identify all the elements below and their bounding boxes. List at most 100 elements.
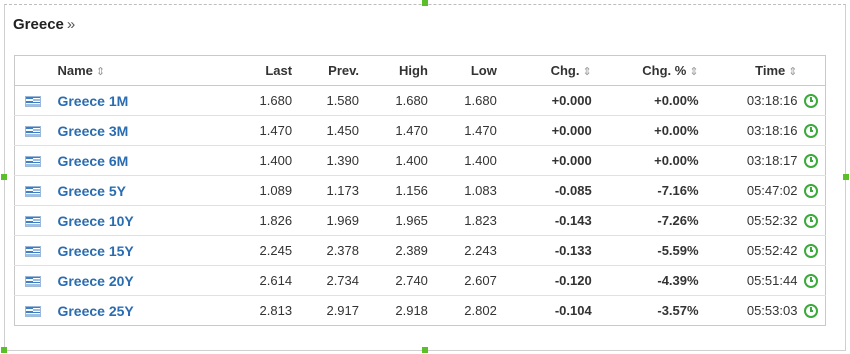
table-row[interactable]: Greece 1M 1.680 1.580 1.680 1.680 +0.000 +0.00… bbox=[15, 86, 826, 116]
name-cell: Greece 15Y bbox=[50, 235, 185, 266]
low-header: Low bbox=[427, 55, 497, 86]
clock-icon bbox=[804, 124, 819, 139]
instrument-link[interactable]: Greece 15Y bbox=[57, 243, 133, 259]
name-cell: Greece 10Y bbox=[50, 205, 185, 236]
flag-cell bbox=[14, 115, 51, 146]
clock-icon bbox=[804, 154, 819, 169]
table-row[interactable]: Greece 6M 1.400 1.390 1.400 1.400 +0.000 +0.00… bbox=[14, 145, 826, 176]
time-cell: 05:52:42 bbox=[698, 235, 798, 266]
low-cell: 1.400 bbox=[427, 145, 497, 176]
widget-title[interactable]: Greece» bbox=[13, 16, 75, 33]
low-cell: 1.470 bbox=[427, 115, 497, 146]
high-header: High bbox=[359, 55, 428, 86]
clock-cell bbox=[797, 86, 825, 116]
low-cell: 1.823 bbox=[427, 205, 497, 236]
time-cell: 05:52:32 bbox=[698, 205, 798, 236]
high-header-label: High bbox=[399, 63, 428, 78]
table-row[interactable]: Greece 25Y 2.813 2.917 2.918 2.802 -0.104 -3.5… bbox=[14, 295, 826, 326]
time-cell: 05:47:02 bbox=[698, 175, 798, 206]
table-row[interactable]: Greece 10Y 1.826 1.969 1.965 1.823 -0.143 -7.2… bbox=[14, 205, 826, 236]
name-header-label: Name bbox=[57, 63, 93, 78]
clock-icon bbox=[804, 214, 819, 229]
flag-cell bbox=[14, 235, 51, 266]
clock-cell bbox=[797, 115, 826, 146]
resize-handle-top[interactable] bbox=[422, 0, 428, 6]
chg-pct-cell: +0.00% bbox=[591, 115, 699, 146]
resize-handle-bottom[interactable] bbox=[422, 347, 428, 353]
table-header-row: Name ⇕ Last Prev. High Low Chg. ⇕ Chg. % ⇕ … bbox=[14, 55, 826, 86]
clock-header bbox=[797, 55, 826, 86]
greece-flag-icon bbox=[24, 246, 41, 258]
last-cell: 1.826 bbox=[184, 205, 293, 236]
clock-icon bbox=[804, 184, 819, 199]
last-cell: 2.614 bbox=[184, 265, 293, 296]
clock-icon bbox=[804, 274, 819, 289]
low-header-label: Low bbox=[470, 63, 497, 78]
resize-handle-bottom-left[interactable] bbox=[1, 347, 7, 353]
high-cell: 1.470 bbox=[359, 115, 428, 146]
flag-cell bbox=[15, 86, 51, 116]
instrument-link[interactable]: Greece 20Y bbox=[57, 273, 133, 289]
time-header[interactable]: Time ⇕ bbox=[698, 55, 798, 86]
name-cell: Greece 3M bbox=[50, 115, 185, 146]
time-header-label: Time bbox=[755, 63, 786, 78]
prev-cell: 2.734 bbox=[292, 265, 360, 296]
last-cell: 2.813 bbox=[184, 295, 293, 326]
name-cell: Greece 5Y bbox=[50, 175, 185, 206]
instrument-link[interactable]: Greece 10Y bbox=[57, 213, 133, 229]
sort-icon: ⇕ bbox=[788, 66, 798, 78]
instrument-link[interactable]: Greece 25Y bbox=[57, 303, 133, 319]
clock-icon bbox=[804, 94, 819, 109]
table-row[interactable]: Greece 15Y 2.245 2.378 2.389 2.243 -0.133 -5.5… bbox=[14, 235, 826, 266]
chg-pct-cell: +0.00% bbox=[654, 93, 699, 108]
flag-header bbox=[14, 55, 51, 86]
chg-cell: +0.000 bbox=[551, 93, 592, 108]
high-cell: 1.156 bbox=[359, 175, 428, 206]
clock-cell bbox=[797, 235, 826, 266]
greece-flag-icon bbox=[24, 156, 41, 168]
instrument-link[interactable]: Greece 6M bbox=[57, 153, 128, 169]
chg-pct-cell: -4.39% bbox=[591, 265, 699, 296]
flag-cell bbox=[14, 205, 51, 236]
chg-pct-header[interactable]: Chg. % ⇕ bbox=[591, 55, 699, 86]
instrument-link[interactable]: Greece 3M bbox=[57, 123, 128, 139]
resize-handle-left[interactable] bbox=[1, 174, 7, 180]
greece-flag-icon bbox=[24, 216, 41, 228]
clock-cell bbox=[797, 295, 826, 326]
chg-cell: -0.085 bbox=[496, 175, 592, 206]
name-cell: Greece 1M bbox=[50, 86, 184, 116]
instrument-link[interactable]: Greece 5Y bbox=[57, 183, 126, 199]
time-cell: 03:18:17 bbox=[698, 145, 798, 176]
low-cell: 1.083 bbox=[427, 175, 497, 206]
sort-icon: ⇕ bbox=[689, 66, 699, 78]
prev-cell: 1.580 bbox=[326, 93, 360, 108]
resize-handle-right[interactable] bbox=[843, 174, 849, 180]
clock-cell bbox=[797, 265, 826, 296]
title-chevron: » bbox=[66, 16, 76, 33]
table-row[interactable]: Greece 3M 1.470 1.450 1.470 1.470 +0.000 +0.00… bbox=[14, 115, 826, 146]
chg-cell: -0.133 bbox=[496, 235, 592, 266]
title-text[interactable]: Greece bbox=[13, 16, 64, 33]
clock-cell bbox=[797, 205, 826, 236]
greece-flag-icon bbox=[24, 186, 41, 198]
flag-cell bbox=[14, 175, 51, 206]
name-cell: Greece 25Y bbox=[50, 295, 185, 326]
sort-icon: ⇕ bbox=[582, 66, 592, 78]
prev-cell: 2.917 bbox=[292, 295, 360, 326]
flag-cell bbox=[14, 265, 51, 296]
high-cell: 2.740 bbox=[359, 265, 428, 296]
low-cell: 2.243 bbox=[427, 235, 497, 266]
instrument-link[interactable]: Greece 1M bbox=[57, 93, 128, 109]
time-cell: 05:53:03 bbox=[698, 295, 798, 326]
chg-pct-cell: -7.26% bbox=[591, 205, 699, 236]
chg-pct-cell: -3.57% bbox=[591, 295, 699, 326]
name-cell: Greece 6M bbox=[50, 145, 185, 176]
high-cell: 2.918 bbox=[359, 295, 428, 326]
table-row[interactable]: Greece 5Y 1.089 1.173 1.156 1.083 -0.085 -7.16… bbox=[14, 175, 826, 206]
last-cell: 1.680 bbox=[259, 93, 293, 108]
prev-cell: 1.390 bbox=[292, 145, 360, 176]
name-header[interactable]: Name ⇕ bbox=[50, 55, 185, 86]
chg-header[interactable]: Chg. ⇕ bbox=[496, 55, 592, 86]
low-cell: 2.607 bbox=[427, 265, 497, 296]
table-row[interactable]: Greece 20Y 2.614 2.734 2.740 2.607 -0.120 -4.3… bbox=[14, 265, 826, 296]
